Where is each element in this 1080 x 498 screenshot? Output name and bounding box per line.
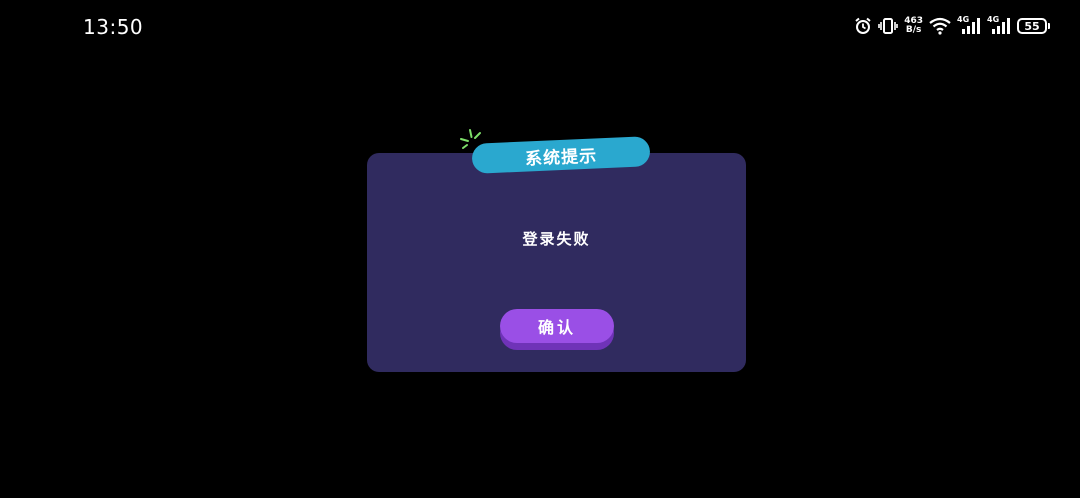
status-time: 13:50 <box>83 15 144 39</box>
battery-tip <box>1048 23 1050 29</box>
status-bar: 13:50 463 B/s 4G 4G 55 <box>0 0 1080 52</box>
cell-signal-icon: 4G <box>957 15 981 35</box>
battery-level: 55 <box>1024 19 1040 33</box>
wifi-icon <box>929 17 951 35</box>
status-icons: 463 B/s 4G 4G 55 <box>854 14 1050 38</box>
network-speed: 463 B/s <box>904 17 923 35</box>
network-speed-unit: B/s <box>905 25 922 35</box>
battery-indicator: 55 <box>1017 18 1050 34</box>
dialog-message: 登录失败 <box>522 230 591 248</box>
screen: 13:50 463 B/s 4G 4G 55 系统提示 登录失败 确认 <box>0 0 1080 498</box>
alarm-icon <box>854 17 872 35</box>
cell-signal-icon: 4G <box>987 15 1011 35</box>
vibrate-icon <box>878 17 899 35</box>
confirm-button[interactable]: 确认 <box>500 309 614 343</box>
battery-icon: 55 <box>1017 18 1047 34</box>
